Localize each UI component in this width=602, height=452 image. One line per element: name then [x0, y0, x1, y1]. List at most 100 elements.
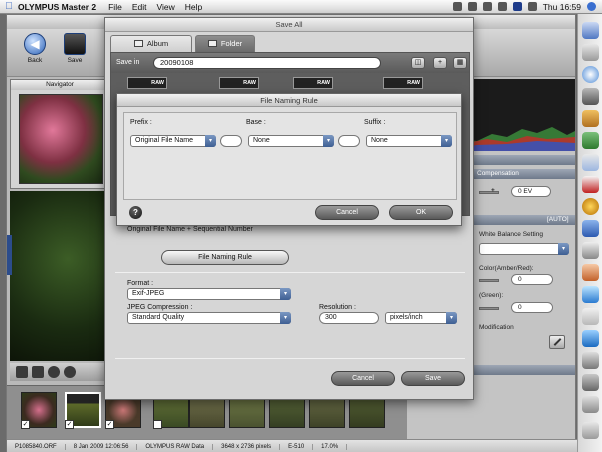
- dock-app-icon-5[interactable]: [582, 198, 599, 215]
- menu-bar:  OLYMPUS Master 2 File Edit View Help T…: [0, 0, 602, 14]
- volume-icon[interactable]: [497, 2, 507, 11]
- browser-thumb-3[interactable]: RAW: [293, 77, 333, 89]
- view-tools: [10, 363, 110, 381]
- base-label: Base :: [246, 119, 266, 126]
- zoom-out-icon[interactable]: [64, 366, 76, 378]
- fit-view-icon[interactable]: [16, 366, 28, 378]
- suffix-popup[interactable]: None ▾: [366, 135, 452, 147]
- dock-app-icon-3[interactable]: [582, 110, 599, 127]
- exposure-value-field[interactable]: 0 EV: [511, 186, 551, 197]
- album-icon: [133, 40, 143, 47]
- color-green-field[interactable]: 0: [511, 302, 553, 313]
- menu-clock[interactable]: Thu 16:59: [543, 2, 581, 12]
- status-zoom: 17.0%: [313, 443, 348, 450]
- menu-app-name[interactable]: OLYMPUS Master 2: [18, 2, 96, 12]
- menu-view[interactable]: View: [156, 2, 174, 12]
- new-folder-icon[interactable]: +: [433, 57, 447, 69]
- dock-app-icon-4[interactable]: [582, 132, 599, 149]
- film-check-1[interactable]: ✓: [21, 420, 30, 429]
- color-amber-red-slider[interactable]: [479, 279, 499, 282]
- browse-folder-icon[interactable]: ◫: [411, 57, 425, 69]
- browser-thumb-2[interactable]: RAW: [219, 77, 259, 89]
- save-in-row: Save in 20090108 ◫ + ▦: [111, 53, 469, 73]
- panel-toggle-handle[interactable]: [7, 235, 12, 275]
- file-naming-rule-dialog: File Naming Rule Prefix : Base : Suffix …: [116, 93, 462, 226]
- dock-safari-icon[interactable]: [582, 66, 599, 83]
- dock-app-icon-2[interactable]: [582, 88, 599, 105]
- save-all-save-button[interactable]: Save: [401, 371, 465, 386]
- tab-album[interactable]: Album: [110, 35, 192, 52]
- naming-cancel-button[interactable]: Cancel: [315, 205, 379, 220]
- navigator-preview-image[interactable]: [19, 94, 103, 184]
- status-filename: P1085840.ORF: [7, 443, 66, 450]
- prefix-separator-field[interactable]: [220, 135, 242, 147]
- dock-app-icon[interactable]: [582, 44, 599, 61]
- format-popup[interactable]: Exif-JPEG ▾: [127, 288, 291, 300]
- status-type: OLYMPUS RAW Data: [137, 443, 214, 450]
- format-label: Format :: [127, 280, 154, 287]
- dock-app-icon-14[interactable]: [582, 396, 599, 413]
- dock-app-icon-9[interactable]: [582, 286, 599, 303]
- prefix-popup[interactable]: Original File Name ▾: [130, 135, 216, 147]
- spotlight-icon[interactable]: [587, 2, 596, 11]
- back-button[interactable]: ◀ Back: [15, 33, 55, 64]
- base-popup[interactable]: None ▾: [248, 135, 334, 147]
- apple-menu-icon[interactable]: : [0, 1, 18, 12]
- dock-app-icon-10[interactable]: [582, 308, 599, 325]
- dock-music-icon[interactable]: [582, 154, 599, 171]
- menu-file[interactable]: File: [108, 2, 122, 12]
- menu-edit[interactable]: Edit: [132, 2, 147, 12]
- dock-app-icon-11[interactable]: [582, 330, 599, 347]
- save-toolbar-button[interactable]: Save: [55, 33, 95, 64]
- dock-app-icon-7[interactable]: [582, 242, 599, 259]
- dock-app-icon-13[interactable]: [582, 374, 599, 391]
- dock-app-icon-12[interactable]: [582, 352, 599, 369]
- film-check-2[interactable]: ✓: [65, 420, 74, 429]
- browser-thumb-1[interactable]: RAW: [127, 77, 167, 89]
- eyedropper-icon: [553, 338, 562, 346]
- dock-trash-icon[interactable]: [582, 422, 599, 439]
- flag-icon[interactable]: [512, 2, 522, 11]
- film-check-3[interactable]: ✓: [105, 420, 114, 429]
- exposure-plus-button[interactable]: +: [491, 187, 495, 194]
- resolution-unit-popup[interactable]: pixels/inch ▾: [385, 312, 457, 324]
- tab-folder[interactable]: Folder: [195, 35, 255, 52]
- film-check-4[interactable]: [153, 420, 162, 429]
- color-amber-red-field[interactable]: 0: [511, 274, 553, 285]
- file-naming-rule-button[interactable]: File Naming Rule: [161, 250, 289, 265]
- naming-ok-button[interactable]: OK: [389, 205, 453, 220]
- dock-app-icon-8[interactable]: [582, 264, 599, 281]
- exposure-slider[interactable]: [479, 191, 499, 194]
- suffix-separator-field[interactable]: [338, 135, 360, 147]
- wifi-icon[interactable]: [482, 2, 492, 11]
- dock-calendar-icon[interactable]: [582, 176, 599, 193]
- save-in-field[interactable]: 20090108: [153, 57, 381, 69]
- dock-app-icon-6[interactable]: [582, 220, 599, 237]
- menu-extra-icon[interactable]: [452, 2, 462, 11]
- eyedropper-button[interactable]: [549, 335, 565, 349]
- main-preview-image[interactable]: [10, 191, 107, 361]
- color-green-slider[interactable]: [479, 307, 499, 310]
- dock-finder-icon[interactable]: [582, 22, 599, 39]
- color-green-label: (Green):: [479, 292, 504, 299]
- modification-label: Modification: [479, 324, 514, 331]
- menu-help[interactable]: Help: [185, 2, 202, 12]
- browser-thumb-4[interactable]: RAW: [383, 77, 423, 89]
- resolution-field[interactable]: 300: [319, 312, 379, 324]
- bluetooth-icon[interactable]: [467, 2, 477, 11]
- suffix-label: Suffix :: [364, 119, 386, 126]
- view-grid-icon[interactable]: ▦: [453, 57, 467, 69]
- dock: [577, 14, 602, 452]
- help-icon[interactable]: ?: [129, 206, 142, 219]
- battery-icon[interactable]: [527, 2, 537, 11]
- jpeg-compression-popup[interactable]: Standard Quality ▾: [127, 312, 291, 324]
- save-all-cancel-button[interactable]: Cancel: [331, 371, 395, 386]
- prefix-popup-arrow-icon: ▾: [205, 135, 216, 147]
- white-balance-popup[interactable]: ▾: [479, 243, 569, 255]
- actual-size-icon[interactable]: [32, 366, 44, 378]
- navigator-title: Navigator: [11, 80, 109, 90]
- file-naming-rule-title: File Naming Rule: [117, 94, 461, 107]
- save-all-title: Save All: [105, 18, 473, 32]
- jpeg-compression-label: JPEG Compression :: [127, 304, 193, 311]
- zoom-in-icon[interactable]: [48, 366, 60, 378]
